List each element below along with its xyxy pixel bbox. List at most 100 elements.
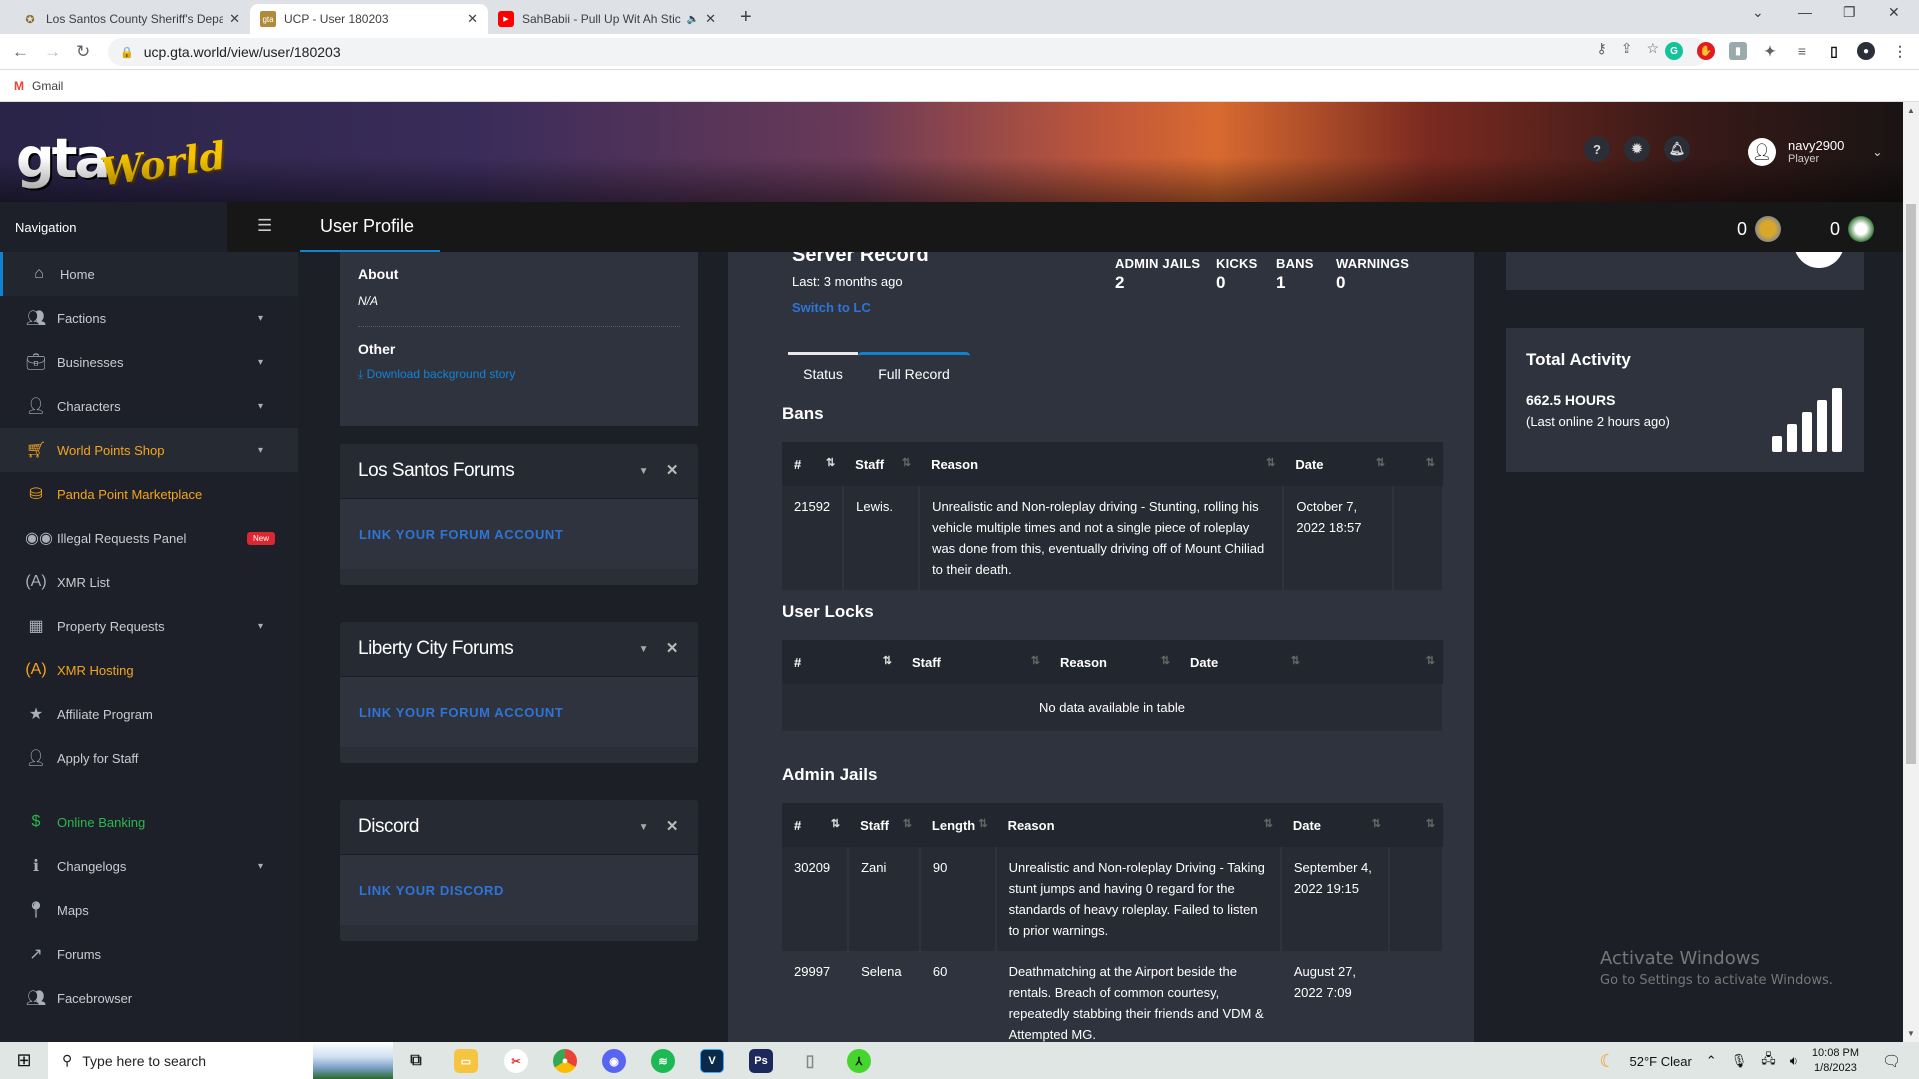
tab-search-icon[interactable]: ⌄: [1752, 4, 1764, 21]
minimize-button[interactable]: —: [1798, 4, 1812, 20]
column-actions[interactable]: ⇅: [1393, 442, 1443, 486]
column-id[interactable]: # ⇅: [782, 640, 900, 684]
close-icon[interactable]: ✕: [666, 817, 679, 835]
scrollbar-thumb[interactable]: [1906, 204, 1916, 764]
volume-icon[interactable]: 🔉︎: [1790, 1053, 1798, 1069]
razer-icon[interactable]: ⅄: [847, 1049, 871, 1073]
column-reason[interactable]: Reason ⇅: [1048, 640, 1178, 684]
sidebar-item-characters[interactable]: 👤︎ Characters ▾: [0, 384, 298, 428]
bookmark-star-icon[interactable]: ☆: [1646, 40, 1659, 57]
close-tab-icon[interactable]: ✕: [467, 11, 478, 27]
link-forum-account-button[interactable]: LINK YOUR FORUM ACCOUNT: [359, 527, 563, 542]
sidebar-item-xmr-list[interactable]: (A) XMR List: [0, 560, 298, 604]
bell-icon[interactable]: 🔔︎: [1664, 136, 1690, 162]
taskbar-search-input[interactable]: ⚲ Type here to search: [48, 1042, 313, 1079]
tab-status[interactable]: Status: [788, 352, 858, 392]
sidebar-item-online-banking[interactable]: $ Online Banking: [0, 800, 298, 844]
chrome-icon[interactable]: ●: [553, 1049, 577, 1073]
scroll-up-arrow-icon[interactable]: ▲: [1907, 106, 1915, 115]
column-actions[interactable]: ⇅: [1308, 640, 1443, 684]
side-panel-icon[interactable]: ▯: [1825, 42, 1843, 60]
discord-icon[interactable]: ◉: [602, 1049, 626, 1073]
link-forum-account-button[interactable]: LINK YOUR FORUM ACCOUNT: [359, 705, 563, 720]
search-highlight-image[interactable]: [313, 1042, 393, 1079]
speaker-icon[interactable]: 🔈: [687, 14, 699, 25]
back-button[interactable]: ←: [12, 42, 29, 62]
sidebar-item-world-points-shop[interactable]: 🛒︎ World Points Shop ▾: [0, 428, 298, 472]
forward-button[interactable]: →: [44, 42, 61, 62]
tray-expand-icon[interactable]: ⌃: [1706, 1053, 1717, 1069]
mouse-app-icon[interactable]: ▯: [798, 1049, 822, 1073]
sidebar-item-property-requests[interactable]: ▦ Property Requests ▾: [0, 604, 298, 648]
page-scrollbar[interactable]: ▲ ▼: [1903, 102, 1919, 1042]
browser-tab-youtube[interactable]: ▶ SahBabii - Pull Up Wit Ah Stic 🔈 ✕: [488, 4, 726, 34]
photoshop-icon[interactable]: Ps: [749, 1049, 773, 1073]
panda-points-counter[interactable]: 0: [1830, 216, 1875, 242]
column-date[interactable]: Date ⇅: [1280, 803, 1389, 847]
user-menu[interactable]: 👤︎ navy2900 Player ⌄: [1748, 138, 1882, 166]
close-icon[interactable]: ✕: [666, 639, 679, 657]
profile-avatar[interactable]: ●: [1857, 42, 1875, 60]
sidebar-item-apply-for-staff[interactable]: 👤︎ Apply for Staff: [0, 736, 298, 780]
sidebar-item-facebrowser[interactable]: 👥︎ Facebrowser: [0, 976, 298, 1020]
scroll-down-arrow-icon[interactable]: ▼: [1907, 1029, 1915, 1038]
reload-button[interactable]: ↻: [76, 42, 90, 62]
url-bar[interactable]: 🔒 ucp.gta.world/view/user/180203: [108, 38, 1708, 66]
media-icon[interactable]: ≡: [1793, 42, 1811, 60]
menu-icon[interactable]: ⋮: [1891, 42, 1909, 60]
vegas-icon[interactable]: V: [700, 1049, 724, 1073]
extension-icon[interactable]: ▮: [1729, 42, 1747, 60]
column-staff[interactable]: Staff ⇅: [848, 803, 920, 847]
column-id[interactable]: # ⇅: [782, 442, 844, 486]
help-icon[interactable]: ?: [1584, 136, 1610, 162]
column-date[interactable]: Date ⇅: [1283, 442, 1394, 486]
clock[interactable]: 10:08 PM 1/8/2023: [1812, 1046, 1859, 1076]
close-tab-icon[interactable]: ✕: [229, 11, 240, 27]
settings-icon[interactable]: ✹: [1624, 136, 1650, 162]
column-staff[interactable]: Staff ⇅: [843, 442, 920, 486]
notifications-icon[interactable]: 🗨︎: [1882, 1052, 1901, 1070]
sidebar-item-businesses[interactable]: 💼︎ Businesses ▾: [0, 340, 298, 384]
collapse-toggle-icon[interactable]: ▼: [639, 822, 649, 833]
network-icon[interactable]: 🖧︎: [1761, 1050, 1776, 1072]
snipping-tool-icon[interactable]: ✂: [504, 1049, 528, 1073]
world-points-counter[interactable]: 0: [1737, 216, 1782, 242]
file-explorer-icon[interactable]: ▭: [454, 1049, 478, 1073]
tab-full-record[interactable]: Full Record: [858, 352, 970, 392]
browser-tab-ucp[interactable]: gta UCP - User 180203 ✕: [250, 4, 488, 34]
gta-world-logo[interactable]: gta World: [16, 116, 228, 195]
collapse-toggle-icon[interactable]: ▼: [639, 466, 649, 477]
microphone-icon[interactable]: 🎙︎: [1731, 1053, 1748, 1069]
sidebar-item-factions[interactable]: 👥︎ Factions ▾: [0, 296, 298, 340]
close-window-button[interactable]: ✕: [1888, 4, 1900, 21]
spotify-icon[interactable]: ≋: [651, 1049, 675, 1073]
download-background-story-link[interactable]: ⤓ Download background story: [358, 367, 680, 382]
close-icon[interactable]: ✕: [666, 461, 679, 479]
switch-to-lc-link[interactable]: Switch to LC: [792, 300, 871, 315]
hamburger-menu-icon[interactable]: ☰: [257, 216, 272, 236]
new-tab-button[interactable]: +: [740, 6, 752, 29]
sidebar-item-illegal-requests-panel[interactable]: ◉◉ Illegal Requests Panel New: [0, 516, 298, 560]
puzzle-icon[interactable]: ✦: [1761, 42, 1779, 60]
close-tab-icon[interactable]: ✕: [705, 11, 716, 27]
grammarly-icon[interactable]: G: [1665, 42, 1683, 60]
sidebar-item-maps[interactable]: 📍︎ Maps: [0, 888, 298, 932]
column-actions[interactable]: ⇅: [1388, 803, 1443, 847]
column-staff[interactable]: Staff ⇅: [900, 640, 1048, 684]
browser-tab-sheriff[interactable]: ✪ Los Santos County Sheriff's Depa ✕: [12, 4, 250, 34]
link-discord-button[interactable]: LINK YOUR DISCORD: [359, 883, 504, 898]
sidebar-item-xmr-hosting[interactable]: (A) XMR Hosting: [0, 648, 298, 692]
collapse-toggle-icon[interactable]: ▼: [639, 644, 649, 655]
sidebar-item-affiliate-program[interactable]: ★ Affiliate Program: [0, 692, 298, 736]
sidebar-item-home[interactable]: ⌂ Home: [0, 252, 298, 296]
column-date[interactable]: Date ⇅: [1178, 640, 1308, 684]
share-icon[interactable]: ⇪: [1621, 40, 1633, 57]
sidebar-item-changelogs[interactable]: ℹ Changelogs ▾: [0, 844, 298, 888]
restore-button[interactable]: ❐: [1843, 4, 1856, 21]
column-reason[interactable]: Reason ⇅: [995, 803, 1281, 847]
sidebar-item-forums[interactable]: ↗ Forums: [0, 932, 298, 976]
windows-start-icon[interactable]: ⊞: [0, 1042, 48, 1079]
column-length[interactable]: Length ⇅: [919, 803, 996, 847]
bookmark-gmail[interactable]: Gmail: [32, 79, 63, 93]
weather-text[interactable]: 52°F Clear: [1630, 1054, 1692, 1069]
